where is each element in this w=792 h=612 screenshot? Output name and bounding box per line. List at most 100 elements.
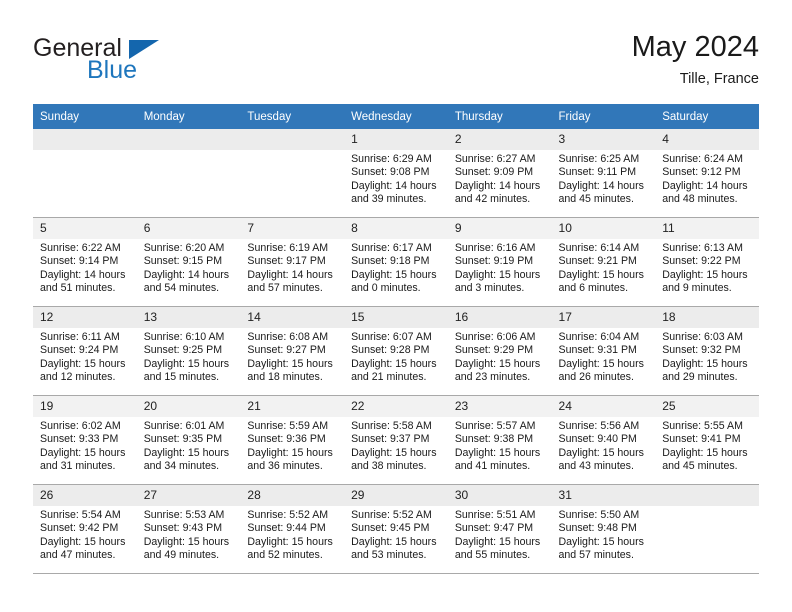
calendar-day-cell[interactable]: 16 Sunrise: 6:06 AM Sunset: 9:29 PM Dayligh… <box>447 306 552 396</box>
sunrise-text: Sunrise: 6:08 AM <box>247 331 329 343</box>
sunrise-text: Sunrise: 6:06 AM <box>454 331 536 343</box>
sunset-text: Sunset: 9:27 PM <box>247 344 326 357</box>
sunset-text: Sunset: 9:38 PM <box>454 433 534 446</box>
daylight-text: Daylight: 15 hours and 23 minutes. <box>454 357 541 384</box>
general-blue-logo[interactable]: General Blue <box>33 35 243 95</box>
day-sun-info: Sunrise: 6:22 AM Sunset: 9:14 PM Daylight:… <box>33 239 137 296</box>
sunset-text: Sunset: 9:42 PM <box>40 522 119 535</box>
calendar-day-cell[interactable]: 22 Sunrise: 5:58 AM Sunset: 9:37 PM Dayligh… <box>344 395 448 485</box>
calendar-day-cell[interactable]: 25 Sunrise: 5:55 AM Sunset: 9:41 PM Dayligh… <box>655 395 759 485</box>
daylight-text: Daylight: 14 hours and 57 minutes. <box>247 268 333 295</box>
calendar-day-cell[interactable]: 26 Sunrise: 5:54 AM Sunset: 9:42 PM Dayligh… <box>33 484 137 574</box>
day-number: 23 <box>447 396 552 417</box>
calendar-day-cell[interactable]: 23 Sunrise: 5:57 AM Sunset: 9:38 PM Dayligh… <box>447 395 552 485</box>
calendar-day-cell[interactable]: 12 Sunrise: 6:11 AM Sunset: 9:24 PM Dayligh… <box>33 306 137 396</box>
weekday-header-saturday: Saturday <box>655 104 759 129</box>
sunrise-text: Sunrise: 5:59 AM <box>247 420 329 432</box>
daylight-text: Daylight: 14 hours and 42 minutes. <box>454 179 541 206</box>
weekday-header-sunday: Sunday <box>33 104 137 129</box>
calendar-day-cell[interactable]: 5 Sunrise: 6:22 AM Sunset: 9:14 PM Daylight… <box>33 217 137 307</box>
sunrise-text: Sunrise: 5:54 AM <box>40 509 121 521</box>
daylight-text: Daylight: 15 hours and 47 minutes. <box>40 535 126 562</box>
calendar-day-cell[interactable]: 29 Sunrise: 5:52 AM Sunset: 9:45 PM Dayligh… <box>344 484 448 574</box>
calendar-day-cell[interactable]: 28 Sunrise: 5:52 AM Sunset: 9:44 PM Dayligh… <box>240 484 345 574</box>
day-cell-inner: 7 Sunrise: 6:19 AM Sunset: 9:17 PM Daylight… <box>240 218 345 306</box>
day-number: 5 <box>33 218 137 239</box>
calendar-day-cell[interactable]: 9 Sunrise: 6:16 AM Sunset: 9:19 PM Daylight… <box>447 217 552 307</box>
calendar-day-cell[interactable]: 1 Sunrise: 6:29 AM Sunset: 9:08 PM Daylight… <box>344 129 448 218</box>
day-number <box>240 129 345 150</box>
calendar-day-cell[interactable]: 19 Sunrise: 6:02 AM Sunset: 9:33 PM Dayligh… <box>33 395 137 485</box>
daylight-text: Daylight: 15 hours and 38 minutes. <box>351 446 437 473</box>
day-sun-info: Sunrise: 6:20 AM Sunset: 9:15 PM Daylight:… <box>137 239 241 296</box>
calendar-day-cell[interactable]: 7 Sunrise: 6:19 AM Sunset: 9:17 PM Daylight… <box>240 217 345 307</box>
calendar-day-cell[interactable]: 2 Sunrise: 6:27 AM Sunset: 9:09 PM Daylight… <box>447 129 552 218</box>
day-cell-inner: 3 Sunrise: 6:25 AM Sunset: 9:11 PM Daylight… <box>551 129 656 217</box>
calendar-header-row: Sunday Monday Tuesday Wednesday Thursday… <box>33 104 759 129</box>
sunrise-text: Sunrise: 5:58 AM <box>351 420 432 432</box>
day-number: 27 <box>136 485 241 506</box>
calendar-day-cell[interactable]: 14 Sunrise: 6:08 AM Sunset: 9:27 PM Dayligh… <box>240 306 345 396</box>
sunrise-text: Sunrise: 6:24 AM <box>662 153 743 165</box>
calendar-day-cell[interactable]: 20 Sunrise: 6:01 AM Sunset: 9:35 PM Dayligh… <box>136 395 241 485</box>
calendar-day-cell[interactable]: 31 Sunrise: 5:50 AM Sunset: 9:48 PM Dayligh… <box>551 484 656 574</box>
calendar-body: 1 Sunrise: 6:29 AM Sunset: 9:08 PM Daylight… <box>33 129 759 574</box>
calendar-day-cell[interactable]: 21 Sunrise: 5:59 AM Sunset: 9:36 PM Dayligh… <box>240 395 345 485</box>
sunrise-text: Sunrise: 6:14 AM <box>558 242 640 254</box>
sunrise-text: Sunrise: 6:07 AM <box>351 331 432 343</box>
sunrise-text: Sunrise: 6:25 AM <box>558 153 640 165</box>
day-number: 16 <box>447 307 552 328</box>
calendar-day-cell[interactable]: 8 Sunrise: 6:17 AM Sunset: 9:18 PM Daylight… <box>344 217 448 307</box>
sunset-text: Sunset: 9:24 PM <box>40 344 119 357</box>
calendar-week-row: 5 Sunrise: 6:22 AM Sunset: 9:14 PM Daylight… <box>33 217 759 307</box>
day-number: 12 <box>33 307 137 328</box>
daylight-text: Daylight: 15 hours and 36 minutes. <box>247 446 333 473</box>
daylight-text: Daylight: 15 hours and 29 minutes. <box>662 357 748 384</box>
calendar-day-cell[interactable]: 3 Sunrise: 6:25 AM Sunset: 9:11 PM Daylight… <box>551 129 656 218</box>
day-number: 22 <box>344 396 448 417</box>
day-cell-inner: 25 Sunrise: 5:55 AM Sunset: 9:41 PM Dayligh… <box>655 396 759 484</box>
calendar-day-cell[interactable]: 17 Sunrise: 6:04 AM Sunset: 9:31 PM Dayligh… <box>551 306 656 396</box>
page-header: General Blue May 2024 Tille, France <box>33 30 759 98</box>
daylight-text: Daylight: 15 hours and 45 minutes. <box>662 446 748 473</box>
sunrise-text: Sunrise: 6:22 AM <box>40 242 121 254</box>
sunset-text: Sunset: 9:14 PM <box>40 255 119 268</box>
day-sun-info: Sunrise: 5:54 AM Sunset: 9:42 PM Daylight:… <box>33 506 137 563</box>
day-sun-info: Sunrise: 5:56 AM Sunset: 9:40 PM Daylight:… <box>552 417 656 474</box>
weekday-header-tuesday: Tuesday <box>240 104 345 129</box>
sunset-text: Sunset: 9:21 PM <box>558 255 637 268</box>
calendar-day-cell[interactable]: 30 Sunrise: 5:51 AM Sunset: 9:47 PM Dayligh… <box>447 484 552 574</box>
day-sun-info: Sunrise: 6:27 AM Sunset: 9:09 PM Daylight:… <box>448 150 552 207</box>
sunrise-text: Sunrise: 6:17 AM <box>351 242 432 254</box>
day-number <box>33 129 137 150</box>
sunrise-text: Sunrise: 6:16 AM <box>454 242 536 254</box>
calendar-day-cell[interactable]: 18 Sunrise: 6:03 AM Sunset: 9:32 PM Dayligh… <box>655 306 759 396</box>
daylight-text: Daylight: 14 hours and 51 minutes. <box>40 268 126 295</box>
daylight-text: Daylight: 15 hours and 26 minutes. <box>558 357 644 384</box>
sunrise-text: Sunrise: 6:13 AM <box>662 242 743 254</box>
day-cell-inner: 30 Sunrise: 5:51 AM Sunset: 9:47 PM Dayligh… <box>447 485 552 573</box>
sunset-text: Sunset: 9:37 PM <box>351 433 430 446</box>
calendar-day-cell[interactable]: 13 Sunrise: 6:10 AM Sunset: 9:25 PM Dayligh… <box>136 306 241 396</box>
calendar-day-cell[interactable]: 11 Sunrise: 6:13 AM Sunset: 9:22 PM Dayligh… <box>655 217 759 307</box>
calendar-day-cell[interactable]: 6 Sunrise: 6:20 AM Sunset: 9:15 PM Daylight… <box>136 217 241 307</box>
day-sun-info: Sunrise: 6:07 AM Sunset: 9:28 PM Daylight:… <box>344 328 448 385</box>
day-cell-inner: 20 Sunrise: 6:01 AM Sunset: 9:35 PM Dayligh… <box>136 396 241 484</box>
sunrise-text: Sunrise: 5:51 AM <box>454 509 536 521</box>
calendar-day-cell[interactable]: 15 Sunrise: 6:07 AM Sunset: 9:28 PM Dayligh… <box>344 306 448 396</box>
calendar-day-cell[interactable]: 10 Sunrise: 6:14 AM Sunset: 9:21 PM Dayligh… <box>551 217 656 307</box>
calendar-day-cell[interactable]: 27 Sunrise: 5:53 AM Sunset: 9:43 PM Dayligh… <box>136 484 241 574</box>
calendar-day-cell[interactable]: 4 Sunrise: 6:24 AM Sunset: 9:12 PM Daylight… <box>655 129 759 218</box>
sunset-text: Sunset: 9:18 PM <box>351 255 430 268</box>
day-sun-info: Sunrise: 5:57 AM Sunset: 9:38 PM Daylight:… <box>448 417 552 474</box>
day-number: 25 <box>655 396 759 417</box>
sunrise-text: Sunrise: 6:01 AM <box>143 420 225 432</box>
calendar-week-row: 19 Sunrise: 6:02 AM Sunset: 9:33 PM Dayligh… <box>33 395 759 485</box>
weekday-header-monday: Monday <box>136 104 241 129</box>
day-sun-info: Sunrise: 5:52 AM Sunset: 9:45 PM Daylight:… <box>344 506 448 563</box>
day-cell-inner: 17 Sunrise: 6:04 AM Sunset: 9:31 PM Dayligh… <box>551 307 656 395</box>
calendar-day-cell[interactable]: 24 Sunrise: 5:56 AM Sunset: 9:40 PM Dayligh… <box>551 395 656 485</box>
sunrise-text: Sunrise: 6:03 AM <box>662 331 743 343</box>
daylight-text: Daylight: 15 hours and 57 minutes. <box>558 535 644 562</box>
day-number: 4 <box>655 129 759 150</box>
